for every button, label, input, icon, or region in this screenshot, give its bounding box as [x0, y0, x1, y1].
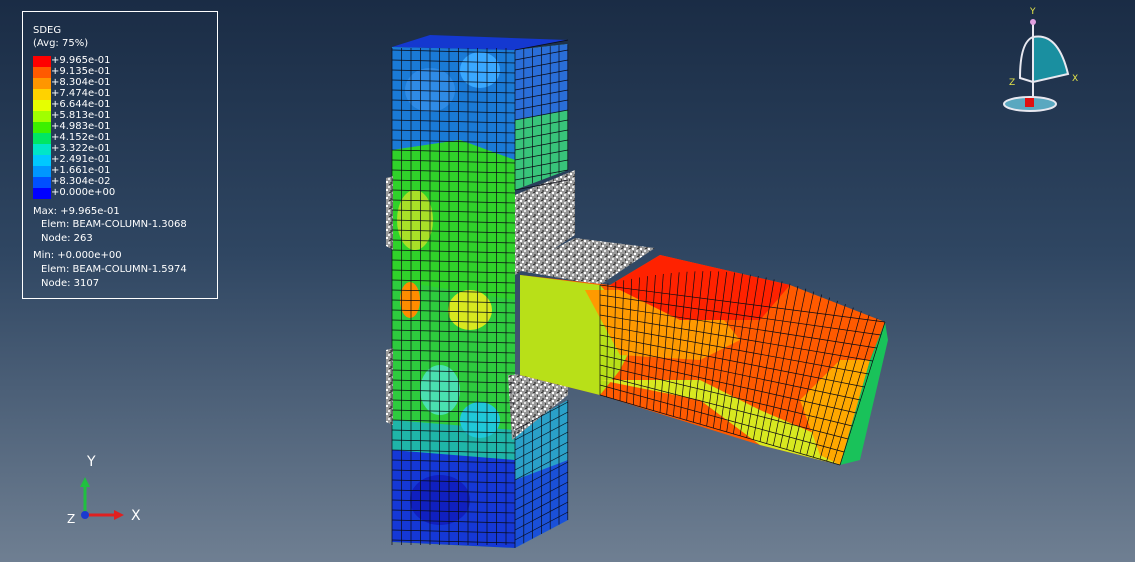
- legend-swatch: [33, 133, 51, 144]
- legend-max-node: Node: 263: [41, 233, 93, 244]
- legend-level-label: +4.152e-01: [51, 132, 111, 143]
- legend-level-label: +6.644e-01: [51, 99, 111, 110]
- legend-max-value: Max: +9.965e-01: [33, 206, 120, 217]
- view-cube-y-label: Y: [1030, 7, 1036, 17]
- legend-level-label: +8.304e-01: [51, 77, 111, 88]
- legend-min-elem: Elem: BEAM-COLUMN-1.5974: [41, 264, 187, 275]
- legend-averaging: (Avg: 75%): [33, 38, 89, 49]
- view-cube-z-label: Z: [1009, 78, 1016, 88]
- triad-y-label: Y: [87, 454, 96, 470]
- legend-level-label: +4.983e-01: [51, 121, 111, 132]
- beam: [520, 255, 888, 465]
- legend-swatch: [33, 177, 51, 188]
- legend-level-label: +8.304e-02: [51, 176, 111, 187]
- legend-level-label: +0.000e+00: [51, 187, 116, 198]
- legend-level-label: +1.661e-01: [51, 165, 111, 176]
- legend-level-label: +9.135e-01: [51, 66, 111, 77]
- triad-x-label: X: [131, 508, 141, 524]
- legend-swatch: [33, 89, 51, 100]
- legend-swatch: [33, 78, 51, 89]
- legend-min-value: Min: +0.000e+00: [33, 250, 122, 261]
- view-cube[interactable]: [998, 12, 1078, 116]
- legend-swatch: [33, 56, 51, 67]
- legend-swatch: [33, 100, 51, 111]
- legend-level-label: +3.322e-01: [51, 143, 111, 154]
- legend-swatch: [33, 188, 51, 199]
- legend-level-label: +2.491e-01: [51, 154, 111, 165]
- legend-swatch: [33, 111, 51, 122]
- view-cube-x-label: X: [1072, 74, 1079, 84]
- coordinate-triad: [80, 477, 124, 520]
- legend-swatch: [33, 155, 51, 166]
- legend-swatch: [33, 144, 51, 155]
- contour-legend: SDEG (Avg: 75%) +9.965e-01 +9.135e-01 +8.3…: [22, 11, 218, 299]
- triad-z-label: Z: [67, 512, 76, 526]
- legend-swatch: [33, 67, 51, 78]
- legend-level-label: +5.813e-01: [51, 110, 111, 121]
- legend-swatch: [33, 122, 51, 133]
- legend-level-label: +9.965e-01: [51, 55, 111, 66]
- legend-level-label: +7.474e-01: [51, 88, 111, 99]
- legend-variable: SDEG: [33, 25, 62, 36]
- legend-max-elem: Elem: BEAM-COLUMN-1.3068: [41, 219, 187, 230]
- legend-swatch: [33, 166, 51, 177]
- legend-min-node: Node: 3107: [41, 278, 100, 289]
